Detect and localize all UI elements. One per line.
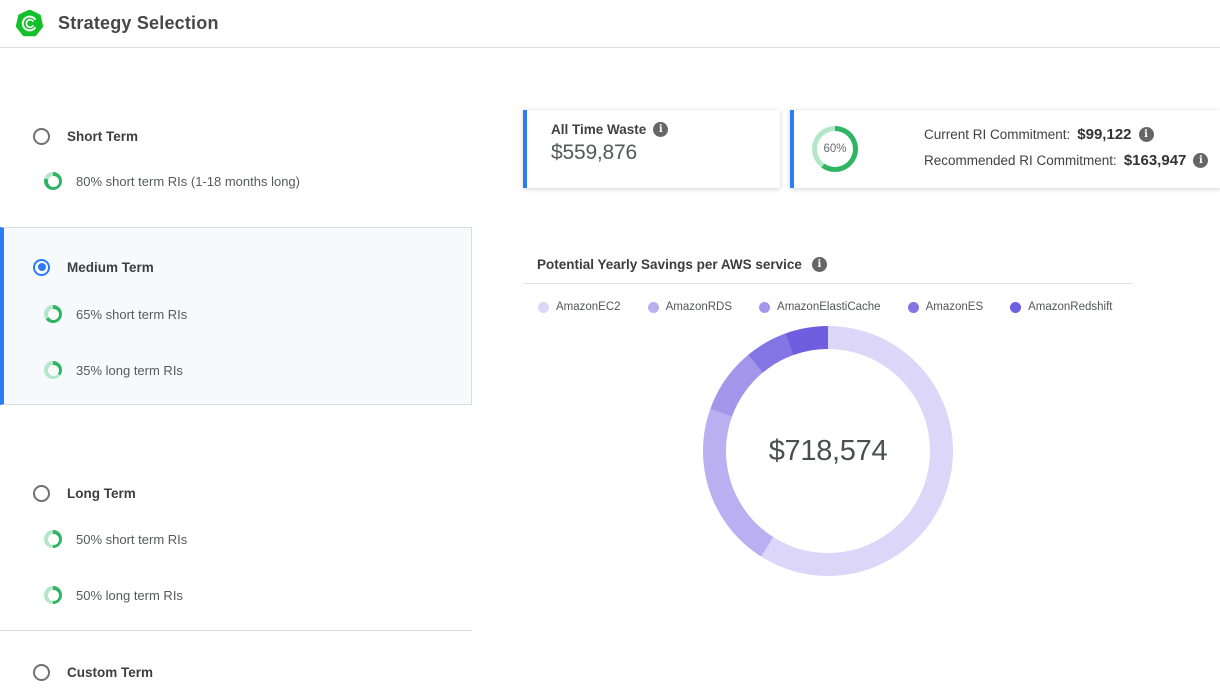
allocation-ring-65 [44, 305, 62, 323]
option-label-short-term: Short Term [67, 129, 138, 144]
current-ri-commitment-row: Current RI Commitment: $99,122 i [924, 126, 1208, 143]
page-header: Strategy Selection [0, 0, 1220, 48]
legend-label: AmazonEC2 [556, 301, 621, 313]
allocation-item: 35% long term RIs [4, 361, 472, 379]
strategy-selection-page: Strategy Selection Short Term 80% short … [0, 0, 1220, 691]
allocation-label: 50% short term RIs [76, 532, 187, 547]
chart-title: Potential Yearly Savings per AWS service [537, 257, 802, 272]
legend-dot [908, 302, 919, 313]
current-ri-label: Current RI Commitment: [924, 127, 1070, 142]
legend-label: AmazonES [926, 301, 984, 313]
recommended-ri-label: Recommended RI Commitment: [924, 153, 1117, 168]
chart-header-divider [523, 283, 1133, 284]
strategy-options-list: Short Term 80% short term RIs (1-18 mont… [0, 47, 472, 691]
option-label-long-term: Long Term [67, 486, 136, 501]
section-divider [0, 630, 472, 631]
allocation-ring-50-short [44, 530, 62, 548]
ri-commitment-card: 60% Current RI Commitment: $99,122 i Rec… [790, 110, 1220, 188]
allocation-item: 65% short term RIs [4, 305, 472, 323]
all-time-waste-card: All Time Waste i $559,876 [523, 110, 780, 188]
info-icon[interactable]: i [653, 122, 668, 137]
strategy-option-long-term[interactable]: Long Term [0, 484, 472, 502]
allocation-label: 50% long term RIs [76, 588, 183, 603]
waste-card-title: All Time Waste [551, 122, 646, 137]
recommended-ri-value: $163,947 [1124, 152, 1187, 169]
chart-header: Potential Yearly Savings per AWS service… [537, 257, 827, 272]
allocation-item: 50% long term RIs [0, 586, 472, 604]
savings-donut-chart: $718,574 [703, 326, 953, 576]
legend-label: AmazonRDS [666, 301, 732, 313]
allocation-label: 80% short term RIs (1-18 months long) [76, 174, 300, 189]
legend-dot [648, 302, 659, 313]
current-ri-value: $99,122 [1077, 126, 1131, 143]
allocation-label: 65% short term RIs [76, 307, 187, 322]
allocation-label: 35% long term RIs [76, 363, 183, 378]
commitment-ring-label: 60% [823, 143, 846, 155]
legend-item-amazonrds[interactable]: AmazonRDS [648, 301, 732, 313]
radio-medium-term[interactable] [33, 259, 50, 276]
allocation-ring-35 [44, 361, 62, 379]
info-icon[interactable]: i [1139, 127, 1154, 142]
app-logo [16, 10, 43, 37]
logo-icon [16, 10, 43, 37]
allocation-item: 50% short term RIs [0, 530, 472, 548]
legend-dot [538, 302, 549, 313]
strategy-option-custom-term[interactable]: Custom Term [0, 663, 472, 681]
strategy-option-short-term[interactable]: Short Term [0, 127, 472, 145]
recommended-ri-commitment-row: Recommended RI Commitment: $163,947 i [924, 152, 1208, 169]
allocation-item: 80% short term RIs (1-18 months long) [0, 172, 472, 190]
waste-amount: $559,876 [551, 141, 780, 165]
option-label-medium-term: Medium Term [67, 260, 154, 275]
strategy-option-medium-term[interactable]: Medium Term [4, 258, 472, 276]
donut-total-value: $718,574 [769, 435, 888, 468]
info-icon[interactable]: i [812, 257, 827, 272]
legend-dot [759, 302, 770, 313]
donut-hole: $718,574 [726, 349, 930, 553]
legend-item-amazonredshift[interactable]: AmazonRedshift [1010, 301, 1112, 313]
commitment-progress-ring: 60% [812, 126, 858, 172]
radio-short-term[interactable] [33, 128, 50, 145]
radio-long-term[interactable] [33, 485, 50, 502]
legend-item-amazonec2[interactable]: AmazonEC2 [538, 301, 621, 313]
legend-label: AmazonRedshift [1028, 301, 1112, 313]
legend-item-amazonelasticache[interactable]: AmazonElastiCache [759, 301, 881, 313]
chart-legend: AmazonEC2 AmazonRDS AmazonElastiCache Amazo… [538, 301, 1134, 313]
allocation-ring-80 [44, 172, 62, 190]
legend-item-amazones[interactable]: AmazonES [908, 301, 984, 313]
selected-strategy-panel: Medium Term 65% short term RIs 35% long … [0, 227, 472, 405]
page-title: Strategy Selection [58, 0, 219, 47]
legend-dot [1010, 302, 1021, 313]
option-label-custom-term: Custom Term [67, 665, 153, 680]
info-icon[interactable]: i [1193, 153, 1208, 168]
legend-label: AmazonElastiCache [777, 301, 881, 313]
radio-custom-term[interactable] [33, 664, 50, 681]
allocation-ring-50-long [44, 586, 62, 604]
